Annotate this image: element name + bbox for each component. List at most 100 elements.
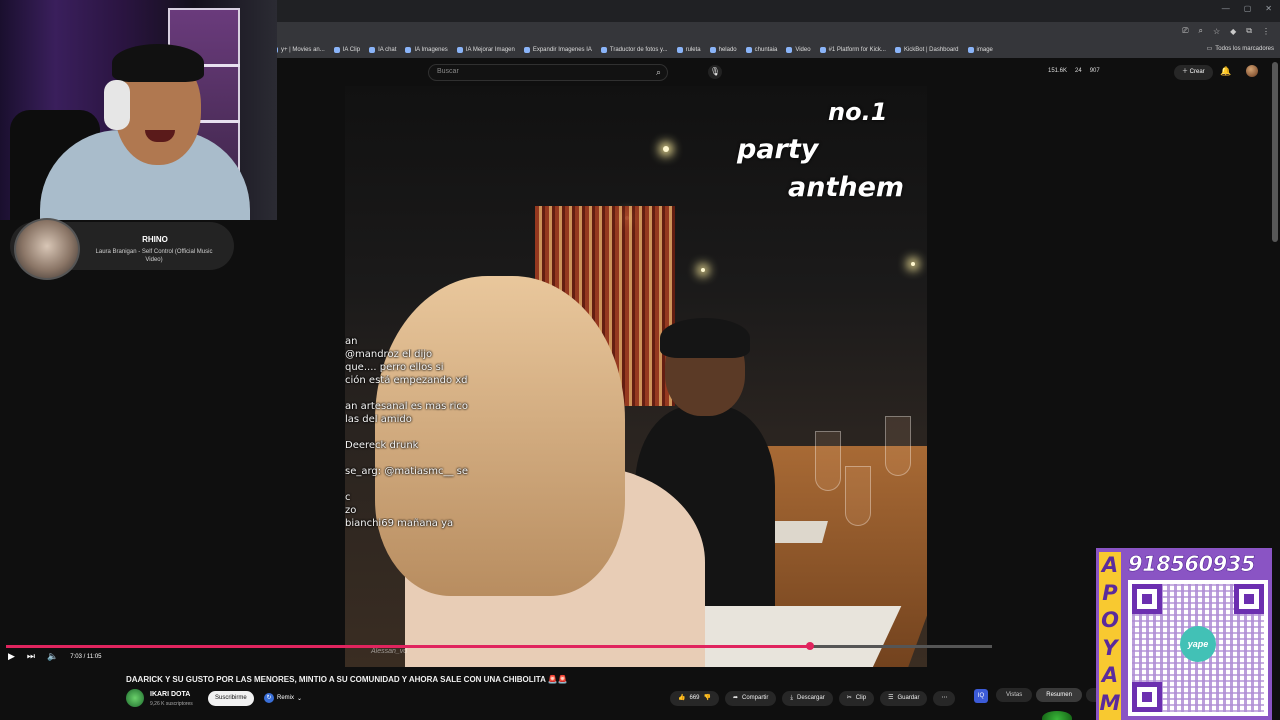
now-playing-title: RHINO <box>142 235 168 244</box>
now-playing-track: Laura Branigan - Self Control (Official … <box>95 249 213 263</box>
bell-icon[interactable]: 🔔 <box>1220 66 1231 77</box>
channel-avatar[interactable] <box>126 689 144 707</box>
chat-line <box>345 479 545 492</box>
player-controls: ▶ ⏭ 🔈 7:03 / 11:05 <box>8 651 102 662</box>
microphone-icon[interactable]: 🎙 <box>708 65 722 79</box>
decorative-ball <box>1042 711 1072 720</box>
minimize-icon[interactable]: — <box>1222 4 1230 13</box>
man-hair <box>660 318 750 358</box>
thumbs-up-icon: 👍 <box>678 695 686 701</box>
video-watermark: Alessan_vd <box>371 648 408 655</box>
bookmark-item[interactable]: KickBot | Dashboard <box>894 47 959 53</box>
wine-glass <box>815 431 841 491</box>
chat-line: bianchi69 mañana ya <box>345 518 454 529</box>
playlist-icon: ☰ <box>888 695 894 701</box>
apoyame-letter: M <box>1099 689 1121 717</box>
chat-line: las del amido <box>345 414 412 425</box>
extensions-puzzle-icon[interactable]: ⧉ <box>1246 26 1252 36</box>
chat-line: @mandroz el dijo <box>345 349 433 360</box>
qr-finder <box>1132 682 1162 712</box>
bookmark-item[interactable]: Expandir Imagenes IA <box>523 47 592 53</box>
apoyame-vertical-text: A P O Y A M E <box>1098 552 1122 720</box>
subscribe-button[interactable]: Suscribirme <box>208 691 254 706</box>
chip-summary[interactable]: Resumen <box>1036 688 1082 702</box>
clip-button[interactable]: ✂ Clip <box>838 691 875 706</box>
download-button[interactable]: ⤓ Descargar <box>782 691 833 706</box>
play-icon[interactable]: ▶ <box>8 651 15 662</box>
chat-line: se_arg: @matiasmc__ se <box>345 466 469 477</box>
time-display: 7:03 / 11:05 <box>70 653 102 660</box>
ceiling-light <box>701 268 705 272</box>
bookmark-item[interactable]: helado <box>709 47 737 53</box>
favicon-icon <box>405 47 412 53</box>
close-icon[interactable]: ✕ <box>1265 4 1272 13</box>
overlay-text-line: no.1 <box>828 98 888 126</box>
thumbs-down-icon[interactable]: 👎 <box>704 691 711 706</box>
bookmark-item[interactable]: image <box>967 47 993 53</box>
favicon-icon <box>894 47 901 53</box>
apoyame-letter: Y <box>1099 634 1121 662</box>
cast-icon[interactable]: ⎚ <box>1182 26 1188 36</box>
avatar[interactable] <box>1246 65 1258 77</box>
chat-line: que.... perro ellos si <box>345 362 444 373</box>
overlay-text-line: anthem <box>788 172 905 203</box>
apoyame-letter: O <box>1099 607 1121 635</box>
window-controls: — ▢ ✕ <box>1222 4 1272 13</box>
bookmarks-folder[interactable]: ▭ Todos los marcadores <box>1207 45 1274 53</box>
zoom-icon[interactable]: ⌕ <box>1198 26 1202 36</box>
bookmark-item[interactable]: IA Clip <box>333 47 360 53</box>
bookmark-item[interactable]: IA chat <box>369 47 396 53</box>
viewers-stat: 151.6K <box>1048 68 1068 74</box>
video-player[interactable]: no.1 party anthem an @mandroz el dijo qu… <box>345 86 927 667</box>
favicon-icon <box>333 47 340 53</box>
chat-line: an <box>345 336 358 347</box>
youtube-header: Buscar ⌕ 🎙 151.6K 24 907 ＋ Crear 🔔 <box>272 58 1280 86</box>
favicon-icon <box>745 47 752 53</box>
next-icon[interactable]: ⏭ <box>27 651 35 662</box>
progress-handle[interactable] <box>805 642 814 650</box>
wine-glass <box>845 466 871 526</box>
search-input[interactable]: Buscar <box>437 68 459 75</box>
bookmark-star-icon[interactable]: ☆ <box>1213 27 1220 36</box>
header-stats: 151.6K 24 907 <box>1048 68 1100 74</box>
favicon-icon <box>456 47 463 53</box>
share-button[interactable]: ➦ Compartir <box>724 691 777 706</box>
now-playing-avatar <box>14 218 80 280</box>
bookmarks-bar: y+ | Movies an... IA Clip IA chat IA Ima… <box>272 42 1280 58</box>
menu-dots-icon[interactable]: ⋮ <box>1262 27 1270 36</box>
eye-stat: 24 <box>1075 68 1082 74</box>
headset <box>104 80 130 130</box>
bookmark-item[interactable]: Video <box>786 47 811 53</box>
bookmark-item[interactable]: #1 Platform for Kick... <box>819 47 886 53</box>
chat-line: zo <box>345 505 357 516</box>
save-button[interactable]: ☰ Guardar <box>880 691 928 706</box>
search-box[interactable]: Buscar ⌕ <box>428 64 668 81</box>
bookmark-item[interactable]: y+ | Movies an... <box>272 47 325 53</box>
more-actions-button[interactable]: ⋯ <box>933 691 956 706</box>
chip-views[interactable]: Vistas <box>996 688 1033 702</box>
search-icon[interactable]: ⌕ <box>656 67 661 78</box>
bookmark-item[interactable]: Traductor de fotos y... <box>600 47 668 53</box>
channel-name[interactable]: IKARI DOTA <box>150 691 190 698</box>
progress-bar[interactable] <box>6 642 992 650</box>
like-button[interactable]: 👍 669 👎 <box>670 691 719 706</box>
progress-fill <box>6 645 810 648</box>
bookmark-item[interactable]: ruleta <box>676 47 701 53</box>
action-buttons: 👍 669 👎 ➦ Compartir ⤓ Descargar ✂ Clip ☰ Guard… <box>670 691 956 706</box>
maximize-icon[interactable]: ▢ <box>1244 4 1252 13</box>
create-button[interactable]: ＋ Crear <box>1174 65 1213 80</box>
streamer-hair <box>112 44 204 82</box>
ceiling-light <box>911 262 915 266</box>
remix-button[interactable]: ↻ Remix ⌄ <box>264 693 302 703</box>
chat-line: an artesanal es mas rico <box>345 401 469 412</box>
scrollbar[interactable] <box>1272 62 1278 242</box>
more-icon: ⋯ <box>941 695 948 701</box>
bookmark-item[interactable]: IA Mejorar Imagen <box>456 47 515 53</box>
bookmark-item[interactable]: IA Imagenes <box>405 47 448 53</box>
chip-icon[interactable]: IQ <box>974 689 988 703</box>
volume-icon[interactable]: 🔈 <box>47 651 58 662</box>
chat-line <box>345 427 545 440</box>
ceiling-light <box>663 146 669 152</box>
bookmark-item[interactable]: chuntaia <box>745 47 777 53</box>
extension-icon[interactable]: ◆ <box>1230 27 1236 36</box>
